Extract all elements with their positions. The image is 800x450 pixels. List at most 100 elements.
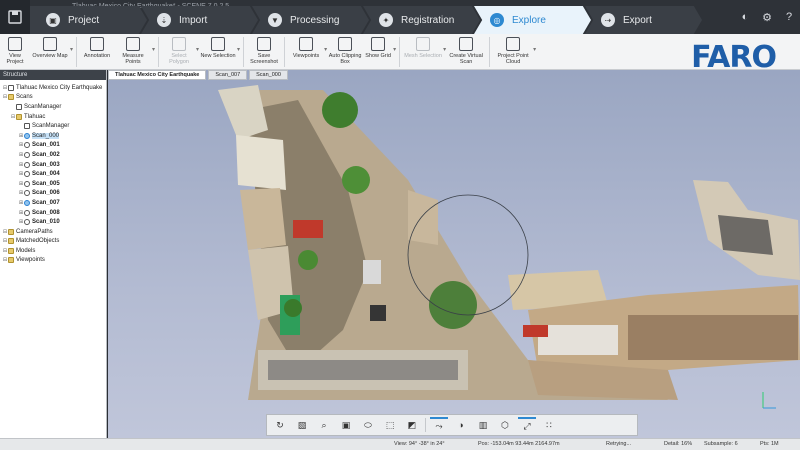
tree-item-label: Models	[16, 247, 36, 254]
ribbon-label: Create Virtual Scan	[449, 53, 483, 65]
tree-item-viewpoints[interactable]: ⊟ Viewpoints	[0, 256, 106, 266]
view-tab-scan-000[interactable]: Scan_000	[249, 70, 288, 80]
tree-item-tlahuac-mexico-city-earthquake[interactable]: ⊟ Tlahuac Mexico City Earthquake	[0, 83, 106, 93]
annotation-button[interactable]: Annotation	[80, 34, 114, 70]
tree-item-scan-005[interactable]: ⊞ Scan_005	[0, 179, 106, 189]
dropdown-arrow-icon[interactable]: ▾	[393, 46, 396, 53]
tree-item-label: ScanManager	[32, 123, 70, 130]
tree-item-scan-003[interactable]: ⊞ Scan_003	[0, 160, 106, 170]
tree-item-scan-010[interactable]: ⊞ Scan_010	[0, 217, 106, 227]
tree-item-scan-004[interactable]: ⊞ Scan_004	[0, 169, 106, 179]
tree-item-matchedobjects[interactable]: ⊟ MatchedObjects	[0, 237, 106, 247]
orbit-icon[interactable]: ↻	[271, 417, 289, 433]
tree-item-scan-008[interactable]: ⊞ Scan_008	[0, 208, 106, 218]
box-icon[interactable]: ▣	[337, 417, 355, 433]
dropdown-arrow-icon[interactable]: ▾	[152, 46, 155, 53]
measure-points-button[interactable]: Measure Points	[114, 34, 152, 70]
save-screenshot-button[interactable]: Save Screenshot	[247, 34, 281, 70]
walk-icon[interactable]: ⤳	[430, 417, 448, 433]
project-tab-icon: ▣	[46, 13, 60, 27]
show-grid-button[interactable]: Show Grid	[363, 34, 393, 70]
clip-icon[interactable]: ◩	[403, 417, 421, 433]
save-screenshot-icon	[257, 37, 272, 51]
mesh-selection-icon	[416, 37, 431, 51]
tab-processing[interactable]: ▼ Processing	[252, 6, 369, 34]
view-tab-tlahuac-mexico-city-earthquake[interactable]: Tlahuac Mexico City Earthquake	[108, 70, 207, 80]
tab-explore[interactable]: ◎ Explore	[474, 6, 591, 34]
save-button[interactable]	[0, 0, 30, 34]
theme-icon[interactable]: ◐	[738, 10, 752, 24]
status-bar: View: 94° -38° in 24° Pos: -153.04m 93.4…	[0, 438, 800, 450]
top-tab-bar: Tlahuac Mexico City Earthquake* - SCENE …	[0, 0, 800, 34]
tree-item-scan-001[interactable]: ⊞ Scan_001	[0, 141, 106, 151]
ribbon-label: Measure Points	[122, 53, 144, 65]
workflow-tabs: ▣ Project ⇣ Import ▼ Processing ✦ Registration ◎…	[30, 6, 702, 34]
ribbon-label: Show Grid	[365, 53, 391, 59]
create-virtual-scan-button[interactable]: Create Virtual Scan	[446, 34, 486, 70]
status-view: View: 94° -38° in 24°	[394, 441, 445, 447]
dropdown-arrow-icon[interactable]: ▾	[533, 46, 536, 53]
tab-export[interactable]: ⇢ Export	[585, 6, 702, 34]
overview-map-button[interactable]: Overview Map	[30, 34, 70, 70]
view-toolbar: ↻ ▧ ⌕ ▣ ⬭ ⬚ ◩ ⤳ ◑ ▥ ⬡ ⤢ ∷	[266, 414, 638, 436]
point-cloud-render[interactable]	[108, 70, 800, 438]
tree-item-label: Scan_007	[32, 199, 60, 206]
tab-label: Project	[68, 14, 100, 26]
tree-item-label: Tlahuac Mexico City Earthquake	[16, 84, 103, 91]
help-icon[interactable]: ?	[782, 10, 796, 24]
dropdown-arrow-icon[interactable]: ▾	[70, 46, 73, 53]
tree-item-models[interactable]: ⊟ Models	[0, 246, 106, 256]
gear-icon[interactable]: ⚙	[760, 10, 774, 24]
tree-item-scan-006[interactable]: ⊞ Scan_006	[0, 189, 106, 199]
tree-item-label: Scan_010	[32, 219, 60, 226]
dropdown-arrow-icon[interactable]: ▾	[237, 46, 240, 53]
sphere-icon[interactable]: ◑	[452, 417, 470, 433]
scene-app: Tlahuac Mexico City Earthquake* - SCENE …	[0, 0, 800, 450]
viewpoints-button[interactable]: Viewpoints	[288, 34, 324, 70]
slice-icon[interactable]: ⬚	[381, 417, 399, 433]
project-point-cloud-button[interactable]: Project Point Cloud	[493, 34, 533, 70]
tree-item-scan-000[interactable]: ⊞ Scan_000	[0, 131, 106, 141]
status-points: Pts: 1M	[760, 441, 779, 447]
tree-item-scanmanager[interactable]: ScanManager	[0, 102, 106, 112]
tab-project[interactable]: ▣ Project	[30, 6, 147, 34]
floppy-icon	[8, 10, 22, 24]
scan-icon	[24, 171, 30, 178]
manager-icon	[16, 103, 22, 110]
panel-title: Structure	[0, 70, 106, 80]
grid-icon[interactable]: ∷	[540, 417, 558, 433]
view-tabs: Tlahuac Mexico City Earthquake Scan_007 Sc…	[108, 70, 290, 80]
new-selection-button[interactable]: New Selection	[199, 34, 237, 70]
tree-item-camerapaths[interactable]: ⊟ CameraPaths	[0, 227, 106, 237]
tab-registration[interactable]: ✦ Registration	[363, 6, 480, 34]
ellipse-icon[interactable]: ⬭	[359, 417, 377, 433]
mesh-selection-button[interactable]: Mesh Selection	[403, 34, 443, 70]
select-polygon-button[interactable]: Select Polygon	[162, 34, 196, 70]
view-tab-scan-007[interactable]: Scan_007	[208, 70, 248, 80]
tree-item-label: ScanManager	[24, 103, 62, 110]
tree-item-scanmanager[interactable]: ScanManager	[0, 121, 106, 131]
tab-import[interactable]: ⇣ Import	[141, 6, 258, 34]
tree-item-tlahuac[interactable]: ⊟ Tlahuac	[0, 112, 106, 122]
status-retrying: Retrying...	[606, 441, 632, 447]
tree-item-label: Scan_005	[32, 180, 60, 187]
measure-points-icon	[126, 37, 141, 51]
view-project-button[interactable]: View Project	[0, 34, 30, 70]
cube-stack-icon[interactable]: ▧	[293, 417, 311, 433]
cube-icon[interactable]: ⬡	[496, 417, 514, 433]
new-selection-icon	[211, 37, 226, 51]
auto-clipping-box-icon	[338, 37, 353, 51]
tree-item-scans[interactable]: ⊟ Scans	[0, 93, 106, 103]
create-virtual-scan-icon	[459, 37, 474, 51]
ribbon-label: Mesh Selection	[404, 53, 442, 59]
3d-viewport[interactable]: Tlahuac Mexico City Earthquake Scan_007 Sc…	[108, 70, 800, 438]
tab-label: Explore	[512, 14, 546, 26]
ribbon-label: Overview Map	[32, 53, 68, 59]
tree-item-scan-007[interactable]: ⊞ Scan_007	[0, 198, 106, 208]
tree-item-scan-002[interactable]: ⊞ Scan_002	[0, 150, 106, 160]
zoom-icon[interactable]: ⌕	[315, 417, 333, 433]
auto-clipping-box-button[interactable]: Auto Clipping Box	[327, 34, 363, 70]
expand-icon[interactable]: ⤢	[518, 417, 536, 433]
section-icon[interactable]: ▥	[474, 417, 492, 433]
tree-item-label: Scan_003	[32, 161, 60, 168]
